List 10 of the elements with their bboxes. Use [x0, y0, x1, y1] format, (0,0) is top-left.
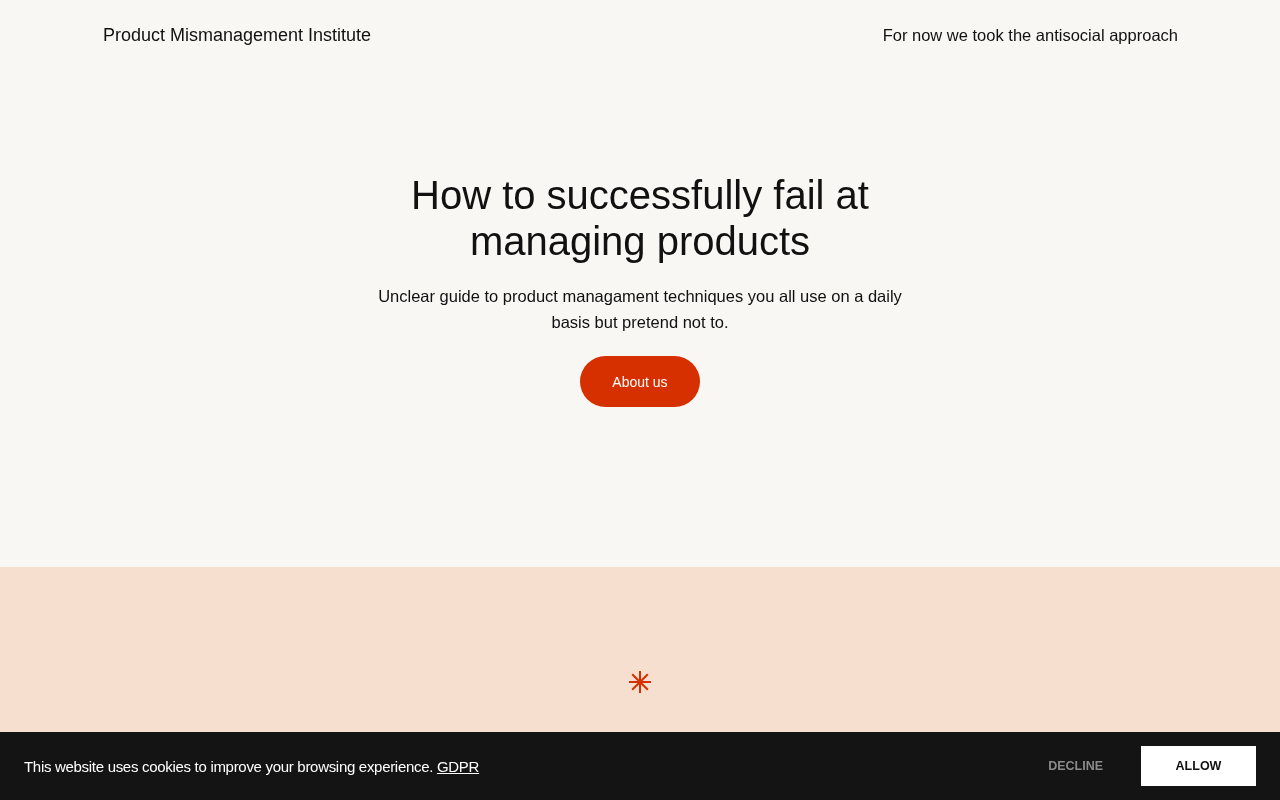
header-tagline: For now we took the antisocial approach — [882, 25, 1178, 45]
decline-button[interactable]: DECLINE — [1048, 749, 1103, 783]
asterisk-icon — [629, 671, 651, 693]
cookie-message: This website uses cookies to improve your browsing experience. GDPR — [24, 757, 480, 775]
hero-subtitle: Unclear guide to product managament techniques you all use on a daily basis but pretend not to. — [377, 286, 903, 333]
about-button[interactable]: About us — [580, 356, 700, 407]
site-brand[interactable]: Product Mismanagement Institute — [103, 24, 372, 46]
hero-heading: How to successfully fail at managing products — [410, 172, 870, 264]
allow-button[interactable]: ALLOW — [1141, 746, 1256, 786]
gdpr-link[interactable]: GDPR — [436, 757, 480, 775]
